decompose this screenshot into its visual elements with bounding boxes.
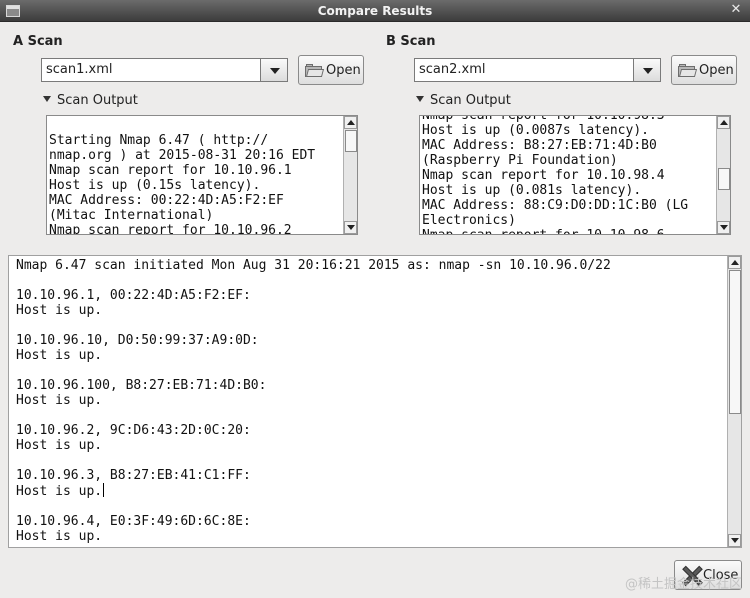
diff-status-line: Host is up. [16, 529, 103, 544]
folder-open-icon [678, 64, 698, 77]
a-scan-dropdown-button[interactable] [260, 58, 288, 82]
a-scan-open-label: Open [326, 63, 361, 78]
diff-status-line: Host is up. [16, 483, 105, 499]
scroll-up-icon[interactable] [344, 116, 357, 129]
scroll-down-icon[interactable] [717, 221, 730, 234]
diff-status-line: Host is up. [16, 393, 103, 408]
output-line: Host is up (0.0087s latency). [422, 123, 649, 138]
a-scan-output-scrollbar[interactable] [343, 116, 357, 234]
a-scan-output-toggle-label: Scan Output [57, 93, 138, 108]
diff-output-scrollbar[interactable] [727, 256, 741, 547]
output-line: (Mitac International) [49, 208, 214, 223]
output-line: Electronics) [422, 213, 516, 228]
diff-header-line: Nmap 6.47 scan initiated Mon Aug 31 20:1… [16, 258, 611, 273]
diff-host-line: 10.10.96.1, 00:22:4D:A5:F2:EF: [16, 288, 251, 303]
output-line: Nmap scan report for 10.10.98.6 [422, 228, 688, 234]
diff-host-line: 10.10.96.2, 9C:D6:43:2D:0C:20: [16, 423, 251, 438]
diff-status-line: Host is up. [16, 348, 103, 363]
output-line: MAC Address: 88:C9:D0:DD:1C:B0 (LG [422, 198, 689, 213]
expander-triangle-icon [43, 96, 51, 102]
b-scan-output-toggle-label: Scan Output [430, 93, 511, 108]
scroll-down-icon[interactable] [728, 534, 741, 547]
b-scan-output-scrollbar[interactable] [716, 116, 730, 234]
b-scan-output-expander[interactable]: Scan Output [416, 93, 511, 108]
b-scan-open-button[interactable]: Open [671, 55, 737, 85]
diff-output-text[interactable]: Nmap 6.47 scan initiated Mon Aug 31 20:1… [8, 255, 742, 548]
b-scan-output-text[interactable]: Nmap scan report for 10.10.98.3 Host is u… [419, 115, 731, 235]
folder-open-icon [305, 64, 325, 77]
scrollbar-thumb[interactable] [718, 168, 730, 190]
output-line: Host is up (0.15s latency). [49, 178, 261, 193]
expander-triangle-icon [416, 96, 424, 102]
window-close-icon[interactable]: ✕ [728, 2, 744, 18]
output-line: (Raspberry Pi Foundation) [422, 153, 618, 168]
b-scan-output-lines: Nmap scan report for 10.10.98.3 Host is u… [422, 115, 689, 234]
output-line: Nmap scan report for 10.10.98.4 [422, 168, 665, 183]
diff-host-line: 10.10.96.100, B8:27:EB:71:4D:B0: [16, 378, 267, 393]
diff-status-line: Host is up. [16, 303, 103, 318]
b-scan-file-value[interactable]: scan2.xml [419, 62, 486, 77]
output-line: nmap.org ) at 2015-08-31 20:16 EDT [49, 148, 316, 163]
scroll-up-icon[interactable] [728, 256, 741, 269]
b-scan-dropdown-button[interactable] [633, 58, 661, 82]
a-scan-output-lines: Starting Nmap 6.47 ( http://nmap.org ) a… [49, 133, 316, 235]
diff-status-line: Host is up. [16, 438, 103, 453]
scroll-down-icon[interactable] [344, 221, 357, 234]
a-scan-output-expander[interactable]: Scan Output [43, 93, 138, 108]
output-line: Nmap scan report for 10.10.98.3 [422, 115, 665, 123]
diff-host-line: 10.10.96.10, D0:50:99:37:A9:0D: [16, 333, 259, 348]
title-bar: Compare Results ✕ [0, 0, 750, 22]
output-line: MAC Address: B8:27:EB:71:4D:B0 [422, 138, 657, 153]
a-scan-file-value[interactable]: scan1.xml [46, 62, 113, 77]
watermark: @稀土掘金技术社区 [624, 577, 742, 592]
a-scan-label: A Scan [13, 34, 63, 49]
diff-host-line: 10.10.96.4, E0:3F:49:6D:6C:8E: [16, 514, 251, 529]
b-scan-file-combo[interactable]: scan2.xml [414, 58, 634, 82]
a-scan-file-combo[interactable]: scan1.xml [41, 58, 261, 82]
text-cursor [103, 483, 105, 497]
diff-output-lines: Nmap 6.47 scan initiated Mon Aug 31 20:1… [16, 258, 611, 544]
scrollbar-thumb[interactable] [345, 130, 357, 152]
scrollbar-thumb[interactable] [729, 270, 741, 414]
scroll-up-icon[interactable] [717, 116, 730, 129]
output-line: Host is up (0.081s latency). [422, 183, 642, 198]
b-scan-open-label: Open [699, 63, 734, 78]
diff-host-line: 10.10.96.3, B8:27:EB:41:C1:FF: [16, 468, 251, 483]
b-scan-label: B Scan [386, 34, 436, 49]
a-scan-output-text[interactable]: Starting Nmap 6.47 ( http://nmap.org ) a… [46, 115, 358, 235]
output-line: Nmap scan report for 10.10.96.1 [49, 163, 292, 178]
window-title: Compare Results [317, 4, 433, 18]
output-line: Nmap scan report for 10.10.96.2 [49, 223, 292, 235]
output-line: Starting Nmap 6.47 ( http:// [49, 133, 269, 148]
a-scan-open-button[interactable]: Open [298, 55, 364, 85]
output-line: MAC Address: 00:22:4D:A5:F2:EF [49, 193, 284, 208]
